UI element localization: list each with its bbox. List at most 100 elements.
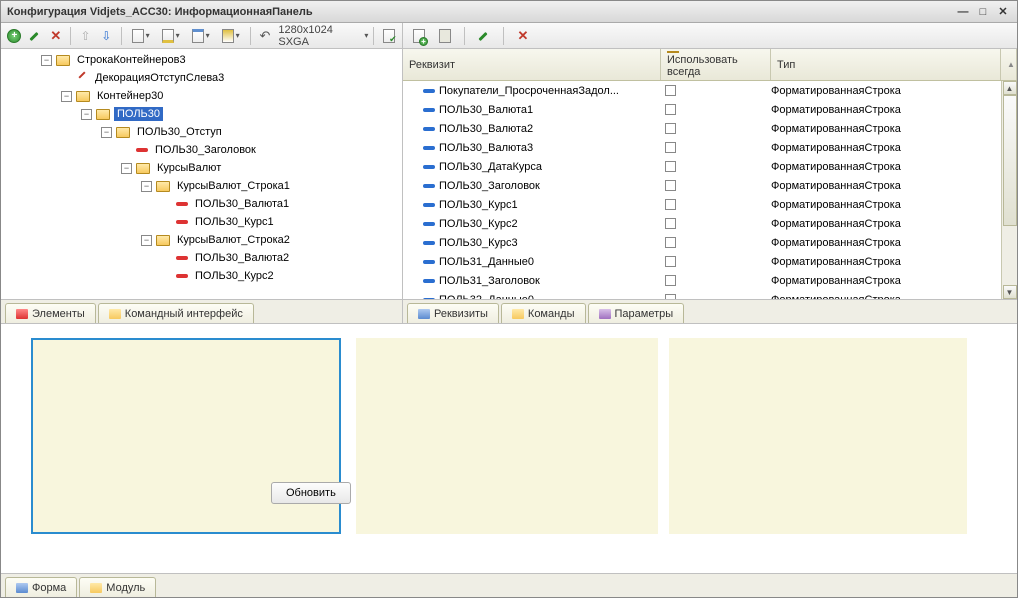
table-row[interactable]: ПОЛЬ30_Валюта1ФорматированнаяСтрока <box>403 100 1017 119</box>
collapse-icon[interactable]: − <box>101 127 112 138</box>
tab-requisites[interactable]: Реквизиты <box>407 303 499 323</box>
window-title: Конфигурация Vidjets_ACC30: Информационн… <box>7 6 951 18</box>
tree-item[interactable]: ПОЛЬ30_Курс1 <box>1 213 402 231</box>
preview-panel-selected[interactable]: Обновить <box>31 338 341 534</box>
sheet-dropdown-3[interactable]: ▾ <box>187 26 215 46</box>
tab-module[interactable]: Модуль <box>79 577 156 597</box>
collapse-icon[interactable]: − <box>141 181 152 192</box>
table-row[interactable]: ПОЛЬ32_Данные0ФорматированнаяСтрока <box>403 290 1017 299</box>
preview-canvas[interactable]: Обновить <box>1 324 1017 573</box>
vertical-scrollbar[interactable]: ▲ ▼ <box>1001 81 1017 299</box>
use-always-checkbox[interactable] <box>665 142 676 153</box>
use-always-checkbox[interactable] <box>665 123 676 134</box>
use-always-checkbox[interactable] <box>665 104 676 115</box>
tree-item[interactable]: −КурсыВалют_Строка1 <box>1 177 402 195</box>
add-button[interactable]: + <box>5 26 24 46</box>
attribute-icon <box>423 241 435 245</box>
move-up-button[interactable]: ⇧ <box>76 26 95 46</box>
table-row[interactable]: ПОЛЬ30_Курс1ФорматированнаяСтрока <box>403 195 1017 214</box>
col-header-requisite[interactable]: Реквизит <box>403 49 661 80</box>
tab-parameters[interactable]: Параметры <box>588 303 685 323</box>
tree-item[interactable]: − КурсыВалют <box>1 159 402 177</box>
table-row[interactable]: ПОЛЬ31_Данные0ФорматированнаяСтрока <box>403 252 1017 271</box>
minimize-button[interactable]: — <box>955 5 971 19</box>
tree-item[interactable]: −ПОЛЬ30_Отступ <box>1 123 402 141</box>
attribute-name: ПОЛЬ30_Курс2 <box>439 218 518 230</box>
col-header-use-always[interactable]: Использовать всегда <box>661 49 771 80</box>
tab-commands[interactable]: Команды <box>501 303 586 323</box>
col-header-type[interactable]: Тип <box>771 49 1001 80</box>
delete-button[interactable]: ✕ <box>47 26 66 46</box>
attribute-name: ПОЛЬ30_Валюта2 <box>439 123 533 135</box>
tree-item[interactable]: ПОЛЬ30_Валюта2 <box>1 249 402 267</box>
preview-panel-3[interactable] <box>669 338 967 534</box>
tree-item[interactable]: −КурсыВалют_Строка2 <box>1 231 402 249</box>
table-row[interactable]: ПОЛЬ30_Валюта2ФорматированнаяСтрока <box>403 119 1017 138</box>
use-always-checkbox[interactable] <box>665 161 676 172</box>
attribute-name: ПОЛЬ30_ДатаКурса <box>439 161 542 173</box>
maximize-button[interactable]: □ <box>975 5 991 19</box>
collapse-icon[interactable]: − <box>61 91 72 102</box>
tree-item[interactable]: − СтрокаКонтейнеров3 <box>1 51 402 69</box>
use-always-checkbox[interactable] <box>665 237 676 248</box>
preview-panel-2[interactable] <box>356 338 658 534</box>
scroll-down-button[interactable]: ▼ <box>1003 285 1017 299</box>
table-row[interactable]: ПОЛЬ30_Валюта3ФорматированнаяСтрока <box>403 138 1017 157</box>
sheet-dropdown-4[interactable]: ▾ <box>217 26 245 46</box>
resolution-label[interactable]: 1280x1024 SXGA <box>276 24 362 48</box>
tab-command-interface[interactable]: Командный интерфейс <box>98 303 254 323</box>
table-row[interactable]: Покупатели_ПросроченнаяЗадол...Форматиро… <box>403 81 1017 100</box>
edit-attr-button[interactable] <box>474 26 494 46</box>
collapse-icon[interactable]: − <box>41 55 52 66</box>
tree-item-label: КурсыВалют <box>154 161 224 175</box>
collapse-icon[interactable]: − <box>141 235 152 246</box>
collapse-icon[interactable]: − <box>81 109 92 120</box>
table-row[interactable]: ПОЛЬ30_ДатаКурсаФорматированнаяСтрока <box>403 157 1017 176</box>
resolution-dropdown-icon[interactable]: ▾ <box>364 31 368 40</box>
scroll-thumb[interactable] <box>1003 95 1017 226</box>
tree-item[interactable]: ДекорацияОтступСлева3 <box>1 69 402 87</box>
scroll-up-button[interactable]: ▲ <box>1003 81 1017 95</box>
undo-button[interactable]: ↶ <box>256 26 275 46</box>
use-always-checkbox[interactable] <box>665 199 676 210</box>
use-always-checkbox[interactable] <box>665 256 676 267</box>
use-always-checkbox[interactable] <box>665 85 676 96</box>
use-always-checkbox[interactable] <box>665 275 676 286</box>
use-always-checkbox[interactable] <box>665 294 676 299</box>
add-attr-button[interactable]: + <box>409 26 429 46</box>
attribute-name: ПОЛЬ31_Заголовок <box>439 275 540 287</box>
close-button[interactable]: ✕ <box>995 5 1011 19</box>
update-button[interactable]: Обновить <box>271 482 351 504</box>
edit-button[interactable] <box>26 26 45 46</box>
tree-item[interactable]: ПОЛЬ30_Валюта1 <box>1 195 402 213</box>
collapse-icon[interactable]: − <box>121 163 132 174</box>
attribute-type: ФорматированнаяСтрока <box>771 275 1001 287</box>
delete-attr-button[interactable]: ✕ <box>513 26 533 46</box>
tab-label: Реквизиты <box>434 308 488 320</box>
table-row[interactable]: ПОЛЬ30_Курс2ФорматированнаяСтрока <box>403 214 1017 233</box>
attribute-name: ПОЛЬ30_Курс3 <box>439 237 518 249</box>
tree-item-label: ПОЛЬ30_Валюта2 <box>192 251 292 265</box>
tree-item[interactable]: −ПОЛЬ30 <box>1 105 402 123</box>
tab-form[interactable]: Форма <box>5 577 77 597</box>
tree-item[interactable]: ПОЛЬ30_Курс2 <box>1 267 402 285</box>
titlebar: Конфигурация Vidjets_ACC30: Информационн… <box>1 1 1017 23</box>
tab-elements[interactable]: Элементы <box>5 303 96 323</box>
tree-item-label: СтрокаКонтейнеров3 <box>74 53 189 67</box>
sheet-dropdown-1[interactable]: ▾ <box>127 26 155 46</box>
element-tree[interactable]: − СтрокаКонтейнеров3 ДекорацияОтступСлева3… <box>1 49 402 299</box>
table-row[interactable]: ПОЛЬ30_ЗаголовокФорматированнаяСтрока <box>403 176 1017 195</box>
tree-item[interactable]: ПОЛЬ30_Заголовок <box>1 141 402 159</box>
add-col-button[interactable] <box>435 26 455 46</box>
tree-item-label: Контейнер30 <box>94 89 166 103</box>
move-down-button[interactable]: ⇩ <box>97 26 116 46</box>
use-always-checkbox[interactable] <box>665 180 676 191</box>
table-row[interactable]: ПОЛЬ30_Курс3ФорматированнаяСтрока <box>403 233 1017 252</box>
form-icon <box>16 583 28 593</box>
sheet-dropdown-2[interactable]: ▾ <box>157 26 185 46</box>
tree-item[interactable]: − Контейнер30 <box>1 87 402 105</box>
table-row[interactable]: ПОЛЬ31_Заголовок ФорматированнаяСтрока <box>403 271 1017 290</box>
check-button[interactable]: ✔ <box>379 26 398 46</box>
use-always-checkbox[interactable] <box>665 218 676 229</box>
grid-body[interactable]: Покупатели_ПросроченнаяЗадол...Форматиро… <box>403 81 1017 299</box>
